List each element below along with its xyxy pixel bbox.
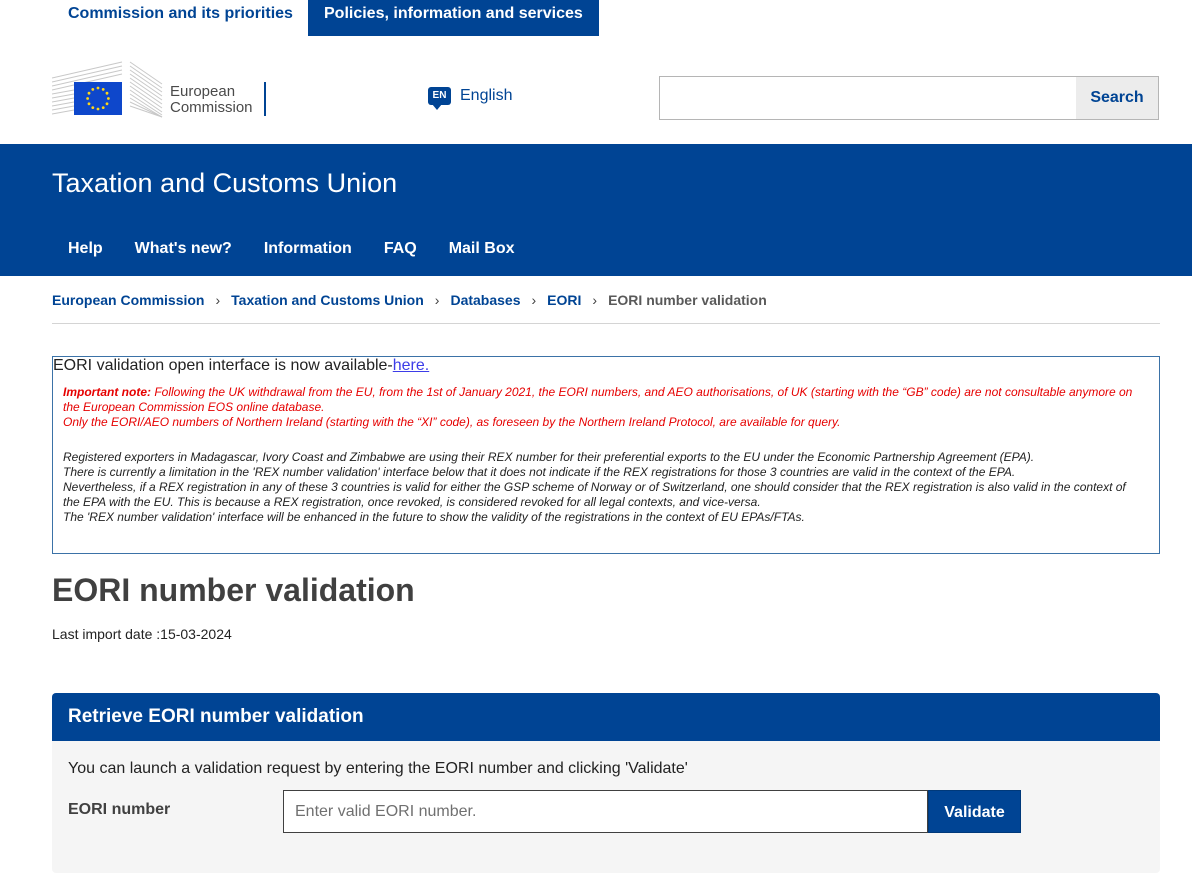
chevron-right-icon: › xyxy=(531,292,537,308)
chevron-right-icon: › xyxy=(592,292,598,308)
notice-box: EORI validation open interface is now av… xyxy=(52,356,1160,554)
european-commission-logo[interactable]: European Commission xyxy=(52,60,268,118)
chevron-right-icon: › xyxy=(215,292,221,308)
tab-policies-information-services[interactable]: Policies, information and services xyxy=(308,0,599,36)
breadcrumb-eori[interactable]: EORI xyxy=(547,292,581,308)
nav-mail-box[interactable]: Mail Box xyxy=(433,238,531,268)
site-search: Search xyxy=(659,76,1159,120)
eori-number-label: EORI number xyxy=(68,801,171,818)
nav-whats-new[interactable]: What's new? xyxy=(119,238,248,268)
breadcrumb-current: EORI number validation xyxy=(608,292,767,308)
breadcrumb-european-commission[interactable]: European Commission xyxy=(52,292,204,308)
eori-number-input[interactable] xyxy=(283,790,928,833)
nav-help[interactable]: Help xyxy=(52,238,119,268)
language-selector[interactable]: EN English xyxy=(428,85,513,110)
breadcrumb: European Commission › Taxation and Custo… xyxy=(52,292,767,308)
breadcrumb-databases[interactable]: Databases xyxy=(450,292,520,308)
nav-information[interactable]: Information xyxy=(248,238,368,268)
open-interface-link[interactable]: here. xyxy=(393,357,429,374)
form-header: Retrieve EORI number validation xyxy=(52,693,1160,741)
nav-faq[interactable]: FAQ xyxy=(368,238,433,268)
logo-text: European Commission xyxy=(170,83,253,116)
chevron-right-icon: › xyxy=(434,292,440,308)
site-header: Taxation and Customs Union Help What's n… xyxy=(0,144,1192,276)
rex-note: Registered exporters in Madagascar, Ivor… xyxy=(63,450,1126,524)
important-note: Important note: Following the UK withdra… xyxy=(63,385,1133,429)
divider xyxy=(52,323,1160,324)
logo-divider xyxy=(264,82,266,116)
site-title[interactable]: Taxation and Customs Union xyxy=(52,168,397,199)
search-input[interactable] xyxy=(660,77,1076,119)
breadcrumb-taxation-customs[interactable]: Taxation and Customs Union xyxy=(231,292,424,308)
page-title: EORI number validation xyxy=(52,572,415,608)
language-icon: EN xyxy=(428,87,451,110)
main-nav: Help What's new? Information FAQ Mail Bo… xyxy=(52,238,531,268)
tab-commission-priorities[interactable]: Commission and its priorities xyxy=(52,0,308,36)
validate-button[interactable]: Validate xyxy=(928,790,1021,833)
eori-validation-form: Retrieve EORI number validation You can … xyxy=(52,693,1160,873)
eu-flag-icon xyxy=(74,82,122,115)
form-hint: You can launch a validation request by e… xyxy=(68,760,688,777)
search-button[interactable]: Search xyxy=(1076,77,1158,119)
last-import-date: Last import date :15-03-2024 xyxy=(52,626,232,642)
notice-intro: EORI validation open interface is now av… xyxy=(53,357,430,374)
language-label: English xyxy=(460,87,513,104)
